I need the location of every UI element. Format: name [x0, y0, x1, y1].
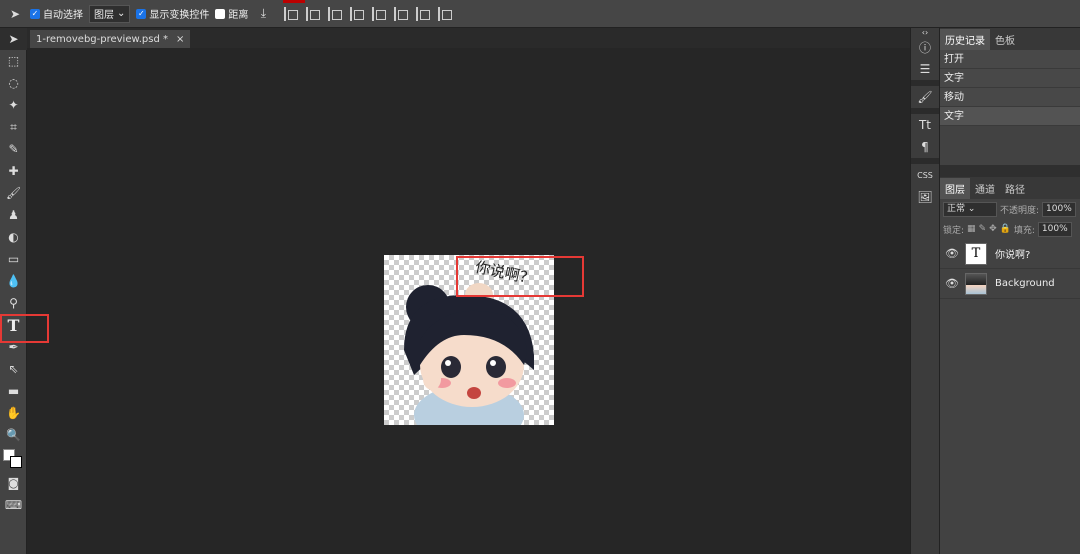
- color-swatches[interactable]: [0, 446, 27, 472]
- paragraph-panel-icon[interactable]: ¶: [911, 136, 939, 158]
- type-tool-highlight-box: [0, 314, 49, 343]
- keyboard-icon[interactable]: ⌨: [0, 494, 27, 516]
- healing-brush-icon[interactable]: ✚: [0, 160, 27, 182]
- tab-history[interactable]: 历史记录: [940, 29, 990, 50]
- tools-panel: ➤ ⬚ ◌ ✦ ⌗ ✎ ✚ 🖌 ♟ ◐ ▭ 💧 ⚲ T ✒ ⇖ ▬ ✋ 🔍 ◙ …: [0, 28, 27, 554]
- text-highlight-box: [456, 256, 584, 297]
- auto-select-label: 自动选择: [43, 10, 83, 21]
- document-tabs: 1-removebg-preview.psd * ×: [27, 28, 910, 48]
- dodge-tool-icon[interactable]: ⚲: [0, 292, 27, 314]
- lasso-tool-icon[interactable]: ◌: [0, 72, 27, 94]
- brush-panel-icon[interactable]: 🖌: [911, 86, 939, 108]
- tab-swatches[interactable]: 色板: [990, 29, 1020, 50]
- hand-tool-icon[interactable]: ✋: [0, 402, 27, 424]
- history-tabs: 历史记录 色板: [940, 28, 1080, 50]
- lock-paint-icon[interactable]: ✎: [979, 224, 987, 234]
- checkbox-checked-icon: ✓: [136, 8, 147, 19]
- document-tab[interactable]: 1-removebg-preview.psd * ×: [30, 30, 191, 48]
- layers-tabs: 图层 通道 路径: [940, 177, 1080, 199]
- tab-channels[interactable]: 通道: [970, 178, 1000, 199]
- info-icon[interactable]: ⓘ: [911, 36, 939, 58]
- options-bar: ➤ ✓ 自动选择 图层 ⌄ ✓ 显示变换控件 距离 ⤓: [0, 0, 1080, 28]
- collapse-icon[interactable]: ‹›: [911, 28, 939, 37]
- gradient-tool-icon[interactable]: ▭: [0, 248, 27, 270]
- rectangle-tool-icon[interactable]: ▬: [0, 380, 27, 402]
- zoom-tool-icon[interactable]: 🔍: [0, 424, 27, 446]
- image-layer-thumbnail: [965, 272, 987, 295]
- menu-indicator: [283, 0, 305, 3]
- opacity-input[interactable]: 100%: [1042, 201, 1076, 217]
- marquee-tool-icon[interactable]: ⬚: [0, 50, 27, 72]
- align-buttons: [284, 6, 453, 21]
- layer-select-value: 图层: [94, 10, 114, 21]
- properties-icon[interactable]: ☰: [911, 58, 939, 80]
- show-transform-checkbox[interactable]: ✓ 显示变换控件: [136, 6, 209, 21]
- close-icon[interactable]: ×: [176, 34, 184, 45]
- move-tool-icon[interactable]: ➤: [0, 28, 27, 50]
- align-center-icon[interactable]: [306, 6, 321, 21]
- distribute-horizontal-icon[interactable]: [438, 6, 453, 21]
- lock-move-icon[interactable]: ✥: [989, 224, 997, 234]
- panel-divider: [940, 165, 1080, 177]
- history-empty-area: [940, 126, 1080, 165]
- align-bottom-icon[interactable]: [416, 6, 431, 21]
- distance-label: 距离: [228, 10, 249, 21]
- blur-tool-icon[interactable]: 💧: [0, 270, 27, 292]
- align-left-icon[interactable]: [284, 6, 299, 21]
- layer-row-text[interactable]: 👁 T 你说啊?: [940, 239, 1080, 269]
- history-item[interactable]: 打开: [940, 50, 1080, 69]
- move-tool-icon[interactable]: ➤: [6, 5, 24, 23]
- lock-label: 锁定:: [943, 225, 965, 236]
- distance-checkbox[interactable]: 距离: [215, 6, 248, 21]
- blend-row: 正常 ⌄ 不透明度: 100%: [940, 199, 1080, 219]
- checkbox-unchecked-icon: [215, 8, 226, 19]
- lock-row: 锁定: ▦ ✎ ✥ 🔒 填充: 100%: [940, 219, 1080, 239]
- lock-transparent-icon[interactable]: ▦: [967, 224, 976, 234]
- magic-wand-icon[interactable]: ✦: [0, 94, 27, 116]
- history-item[interactable]: 文字: [940, 107, 1080, 126]
- fill-input[interactable]: 100%: [1037, 221, 1072, 237]
- crop-tool-icon[interactable]: ⌗: [0, 116, 27, 138]
- checkbox-checked-icon: ✓: [30, 8, 40, 19]
- stamp-tool-icon[interactable]: ♟: [0, 204, 27, 226]
- document-tab-title: 1-removebg-preview.psd *: [36, 33, 169, 45]
- lock-all-icon[interactable]: 🔒: [1000, 224, 1011, 234]
- eye-icon[interactable]: 👁: [945, 247, 959, 260]
- image-icon[interactable]: 🖼: [911, 186, 939, 208]
- right-panel: 历史记录 色板 打开 文字 移动 文字 图层 通道 路径 正常 ⌄ 不透明度: …: [940, 28, 1080, 554]
- download-icon[interactable]: ⤓: [254, 5, 272, 23]
- quick-mask-icon[interactable]: ◙: [0, 472, 27, 494]
- align-top-icon[interactable]: [372, 6, 387, 21]
- blend-mode-value: 正常: [947, 203, 966, 214]
- panel-icon-column: ‹› ⓘ ☰ 🖌 Tt ¶ CSS 🖼: [910, 28, 940, 554]
- opacity-label: 不透明度:: [1000, 205, 1040, 216]
- eye-icon[interactable]: 👁: [945, 277, 959, 290]
- path-select-icon[interactable]: ⇖: [0, 358, 27, 380]
- history-item[interactable]: 移动: [940, 88, 1080, 107]
- tab-paths[interactable]: 路径: [1000, 178, 1030, 199]
- show-transform-label: 显示变换控件: [149, 10, 210, 21]
- css-icon[interactable]: CSS: [911, 164, 939, 186]
- chevron-down-icon: ⌄: [117, 8, 126, 19]
- distribute-icon[interactable]: [350, 6, 365, 21]
- eraser-tool-icon[interactable]: ◐: [0, 226, 27, 248]
- blend-mode-select[interactable]: 正常 ⌄: [943, 201, 997, 217]
- fill-label: 填充:: [1013, 225, 1035, 236]
- text-layer-thumbnail: T: [965, 242, 987, 265]
- brush-tool-icon[interactable]: 🖌: [0, 182, 27, 204]
- chevron-down-icon: ⌄: [967, 203, 976, 214]
- layer-name: 你说啊?: [995, 250, 1031, 261]
- layer-select[interactable]: 图层 ⌄: [89, 4, 131, 23]
- layer-row-background[interactable]: 👁 Background: [940, 269, 1080, 299]
- tab-layers[interactable]: 图层: [940, 178, 970, 199]
- eyedropper-icon[interactable]: ✎: [0, 138, 27, 160]
- align-right-icon[interactable]: [328, 6, 343, 21]
- layer-name: Background: [995, 278, 1055, 289]
- align-middle-icon[interactable]: [394, 6, 409, 21]
- character-panel-icon[interactable]: Tt: [911, 114, 939, 136]
- auto-select-checkbox[interactable]: ✓ 自动选择: [30, 6, 83, 21]
- background-color[interactable]: [10, 456, 22, 468]
- history-item[interactable]: 文字: [940, 69, 1080, 88]
